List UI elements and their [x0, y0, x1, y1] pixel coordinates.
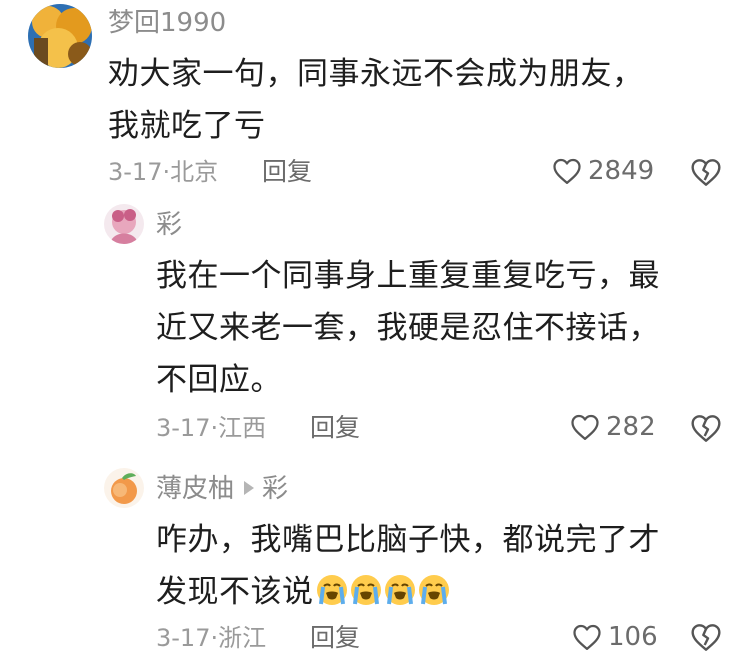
comment-text: 劝大家一句，同事永远不会成为朋友， 我就吃了亏: [108, 48, 738, 152]
heart-outline-icon: [571, 414, 599, 440]
avatar[interactable]: [104, 204, 144, 244]
broken-heart-icon: [691, 415, 721, 442]
broken-heart-icon: [691, 624, 721, 651]
reply-target[interactable]: 彩: [262, 474, 288, 504]
username: 薄皮柚彩: [156, 474, 288, 504]
username[interactable]: 梦回1990: [108, 8, 226, 38]
like-button[interactable]: 282: [570, 413, 656, 441]
comment-location: 北京: [170, 158, 219, 186]
dislike-button[interactable]: [690, 413, 722, 447]
like-count: 282: [606, 412, 656, 442]
avatar[interactable]: [28, 4, 92, 68]
reply-button[interactable]: 回复: [262, 158, 312, 186]
like-count: 106: [608, 622, 658, 652]
broken-heart-icon: [691, 159, 721, 186]
comment-meta: 3-17·江西: [156, 414, 267, 442]
reply-author[interactable]: 薄皮柚: [156, 474, 234, 504]
comment-location: 江西: [218, 414, 267, 442]
loudly-crying-face-emoji: [316, 575, 347, 605]
comment-text-line: 我在一个同事身上重复重复吃亏，最: [156, 258, 660, 294]
comment-text: 咋办，我嘴巴比脑子快，都说完了才 发现不该说: [156, 514, 736, 618]
comment-date: 3-17: [156, 624, 211, 652]
reply-arrow-icon: [244, 481, 255, 495]
like-button[interactable]: 106: [572, 623, 658, 651]
comment-location: 浙江: [218, 624, 267, 652]
avatar[interactable]: [104, 468, 144, 508]
dislike-button[interactable]: [690, 157, 722, 191]
loudly-crying-face-emoji: [350, 575, 381, 605]
heart-outline-icon: [553, 158, 581, 184]
comment-text: 我在一个同事身上重复重复吃亏，最 近又来老一套，我硬是忍住不接话， 不回应。: [156, 250, 736, 406]
comment-date: 3-17: [156, 414, 211, 442]
comment-text-line: 不回应。: [156, 362, 282, 398]
comment-text-line: 我就吃了亏: [108, 108, 266, 144]
comment-text-line: 近又来老一套，我硬是忍住不接话，: [156, 310, 660, 346]
username[interactable]: 彩: [156, 210, 182, 240]
loudly-crying-face-emoji: [384, 575, 415, 605]
comment-meta: 3-17·浙江: [156, 624, 267, 652]
like-button[interactable]: 2849: [552, 157, 654, 185]
comment-text-line: 劝大家一句，同事永远不会成为朋友，: [108, 56, 644, 92]
comment-text-line: 咋办，我嘴巴比脑子快，都说完了才: [156, 522, 660, 558]
comment-meta: 3-17·北京: [108, 158, 219, 186]
reply-button[interactable]: 回复: [310, 624, 360, 652]
loudly-crying-face-emoji: [418, 575, 449, 605]
comment-text-line: 发现不该说: [156, 566, 736, 618]
like-count: 2849: [588, 156, 655, 186]
comment-date: 3-17: [108, 158, 163, 186]
reply-button[interactable]: 回复: [310, 414, 360, 442]
heart-outline-icon: [573, 624, 601, 650]
